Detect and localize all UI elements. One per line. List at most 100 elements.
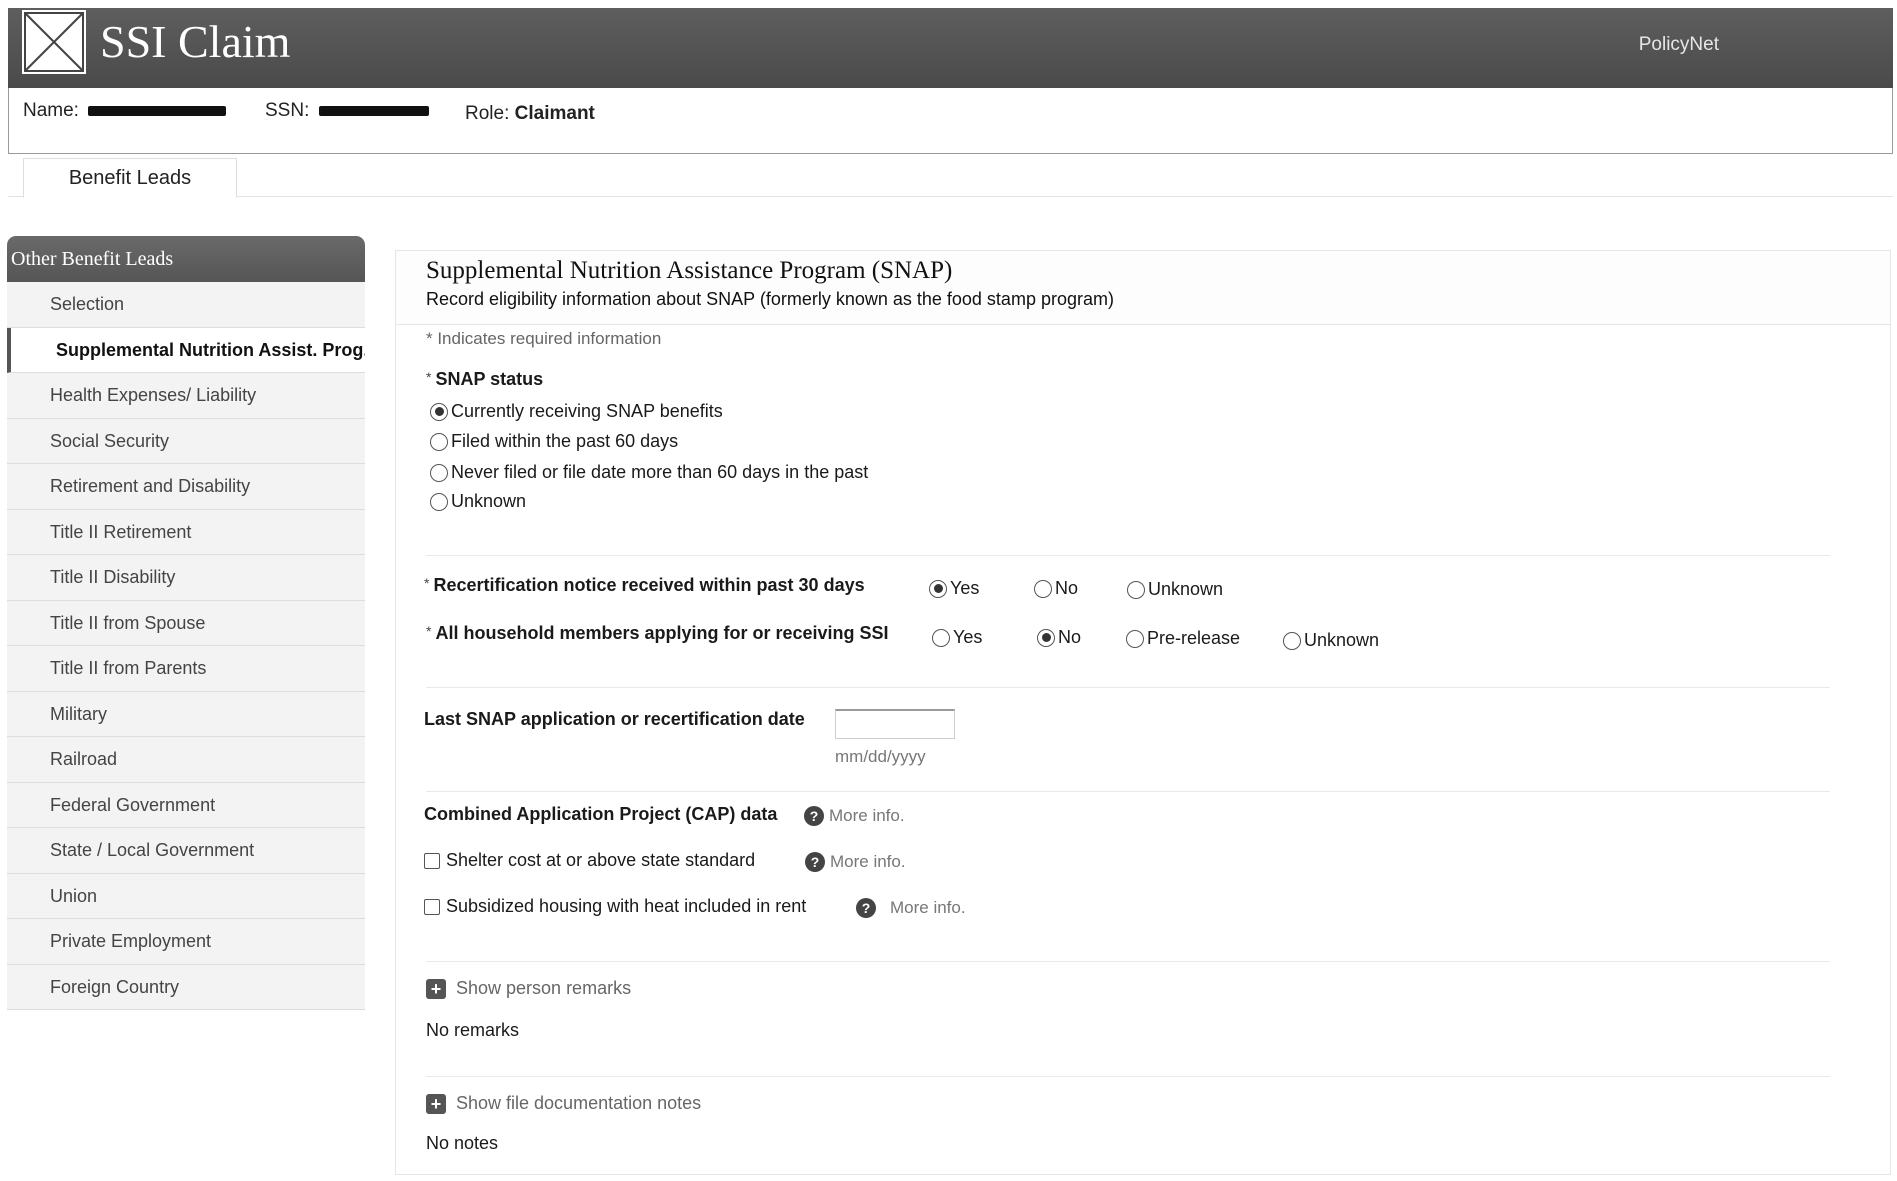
tab-strip: [8, 196, 1893, 197]
recert-notice-label: * Recertification notice received within …: [424, 575, 865, 596]
more-info-text: More info.: [829, 806, 905, 825]
sidebar-item-federal-government[interactable]: Federal Government: [7, 782, 365, 828]
sidebar-heading: Other Benefit Leads: [7, 236, 365, 282]
radio-button[interactable]: [430, 492, 448, 511]
option-label: Never filed or file date more than 60 da…: [451, 462, 869, 482]
household-no-option[interactable]: No: [1037, 627, 1081, 648]
notes-value: No notes: [426, 1133, 499, 1153]
more-info-text: More info.: [830, 852, 906, 871]
snap-status-option-never-filed[interactable]: Never filed or file date more than 60 da…: [430, 462, 868, 483]
claimant-ssn: SSN:: [265, 100, 429, 122]
snap-status-option-filed[interactable]: Filed within the past 60 days: [430, 431, 678, 452]
shelter-more-info-link[interactable]: ? More info.: [805, 852, 906, 872]
sidebar-item-title-ii-spouse[interactable]: Title II from Spouse: [7, 600, 365, 646]
expand-plus-icon: +: [426, 1093, 446, 1114]
sidebar-item-title-ii-disability[interactable]: Title II Disability: [7, 555, 365, 601]
snap-panel: Supplemental Nutrition Assistance Progra…: [395, 250, 1891, 1175]
option-label: Yes: [950, 578, 980, 598]
divider: [426, 687, 1830, 688]
radio-button[interactable]: [1127, 580, 1145, 599]
sidebar-item-health-expenses[interactable]: Health Expenses/ Liability: [7, 373, 365, 419]
role-value: Claimant: [514, 103, 595, 124]
last-date-label: Last SNAP application or recertification…: [424, 709, 805, 729]
household-unknown-option[interactable]: Unknown: [1283, 630, 1379, 651]
sidebar-item-snap[interactable]: Supplemental Nutrition Assist. Prog.: [7, 327, 365, 373]
radio-button[interactable]: [1034, 579, 1052, 598]
broken-image-icon: [22, 10, 86, 74]
toggle-label: Show file documentation notes: [456, 1093, 702, 1113]
radio-button[interactable]: [1283, 631, 1301, 650]
radio-button[interactable]: [1126, 629, 1144, 648]
sidebar: Other Benefit Leads Selection Supplement…: [7, 236, 365, 1010]
show-person-remarks-toggle[interactable]: + Show person remarks: [426, 978, 631, 999]
option-label: Filed within the past 60 days: [451, 431, 679, 451]
snap-status-text: SNAP status: [435, 369, 544, 389]
claimant-role: Role: Claimant: [465, 103, 595, 125]
subsidized-housing-label: Subsidized housing with heat included in…: [446, 896, 807, 916]
app-header: SSI Claim PolicyNet: [8, 8, 1893, 88]
required-star: *: [424, 575, 430, 591]
remarks-value: No remarks: [426, 1020, 520, 1040]
radio-button[interactable]: [430, 463, 448, 482]
sidebar-item-social-security[interactable]: Social Security: [7, 418, 365, 464]
show-file-notes-toggle[interactable]: + Show file documentation notes: [426, 1093, 701, 1114]
option-label: Currently receiving SNAP benefits: [451, 401, 723, 421]
divider: [426, 555, 1830, 556]
claimant-name: Name:: [23, 100, 227, 122]
name-redacted: [88, 105, 227, 116]
divider: [426, 1076, 1830, 1077]
recert-yes-option[interactable]: Yes: [929, 578, 979, 599]
logo-graphic: [24, 12, 84, 72]
sidebar-item-state-local-government[interactable]: State / Local Government: [7, 828, 365, 874]
option-label: Unknown: [1148, 579, 1224, 599]
required-star: *: [426, 623, 432, 639]
sidebar-item-title-ii-parents[interactable]: Title II from Parents: [7, 646, 365, 692]
household-pre-release-option[interactable]: Pre-release: [1126, 628, 1240, 649]
housing-more-info-link[interactable]: ? More info.: [856, 898, 966, 918]
radio-button[interactable]: [430, 432, 448, 451]
page-subtitle: Record eligibility information about SNA…: [426, 289, 1114, 309]
cap-more-info-link[interactable]: ? More info.: [804, 806, 905, 826]
radio-button[interactable]: [929, 579, 947, 598]
more-info-text: More info.: [890, 898, 966, 917]
radio-button[interactable]: [932, 628, 950, 647]
shelter-cost-checkbox-row[interactable]: Shelter cost at or above state standard: [424, 850, 755, 871]
sidebar-item-military[interactable]: Military: [7, 691, 365, 737]
required-star: *: [426, 369, 432, 385]
sidebar-item-foreign-country[interactable]: Foreign Country: [7, 964, 365, 1010]
shelter-cost-label: Shelter cost at or above state standard: [446, 850, 756, 870]
tab-benefit-leads[interactable]: Benefit Leads: [23, 158, 237, 198]
option-label: No: [1055, 578, 1079, 598]
help-icon: ?: [804, 806, 824, 826]
snap-status-option-receiving[interactable]: Currently receiving SNAP benefits: [430, 401, 723, 422]
radio-button[interactable]: [1037, 628, 1055, 647]
divider: [426, 791, 1830, 792]
radio-button[interactable]: [430, 402, 448, 421]
claimant-info-bar: Name: SSN: Role: Claimant: [8, 88, 1893, 154]
sidebar-item-retirement-disability[interactable]: Retirement and Disability: [7, 464, 365, 510]
date-format-hint: mm/dd/yyyy: [835, 747, 926, 766]
sidebar-item-private-employment[interactable]: Private Employment: [7, 919, 365, 965]
sidebar-item-railroad[interactable]: Railroad: [7, 737, 365, 783]
last-date-input[interactable]: [835, 709, 955, 739]
snap-status-option-unknown[interactable]: Unknown: [430, 491, 526, 512]
panel-header: Supplemental Nutrition Assistance Progra…: [396, 251, 1890, 325]
household-yes-option[interactable]: Yes: [932, 627, 982, 648]
snap-status-label: * SNAP status: [426, 369, 543, 390]
recert-unknown-option[interactable]: Unknown: [1127, 579, 1223, 600]
subsidized-housing-checkbox-row[interactable]: Subsidized housing with heat included in…: [424, 896, 806, 917]
sidebar-item-selection[interactable]: Selection: [7, 282, 365, 328]
sidebar-item-title-ii-retirement[interactable]: Title II Retirement: [7, 509, 365, 555]
shelter-cost-checkbox[interactable]: [424, 852, 440, 869]
divider: [426, 961, 1830, 962]
subsidized-housing-checkbox[interactable]: [424, 898, 440, 915]
ssn-label: SSN:: [265, 100, 310, 121]
option-label: Yes: [953, 627, 983, 647]
cap-data-label: Combined Application Project (CAP) data: [424, 804, 778, 824]
ssn-redacted: [318, 105, 429, 116]
policynet-link[interactable]: PolicyNet: [1639, 34, 1719, 56]
sidebar-item-union[interactable]: Union: [7, 873, 365, 919]
help-icon: ?: [856, 898, 876, 918]
household-text: All household members applying for or re…: [435, 623, 889, 643]
recert-no-option[interactable]: No: [1034, 578, 1078, 599]
